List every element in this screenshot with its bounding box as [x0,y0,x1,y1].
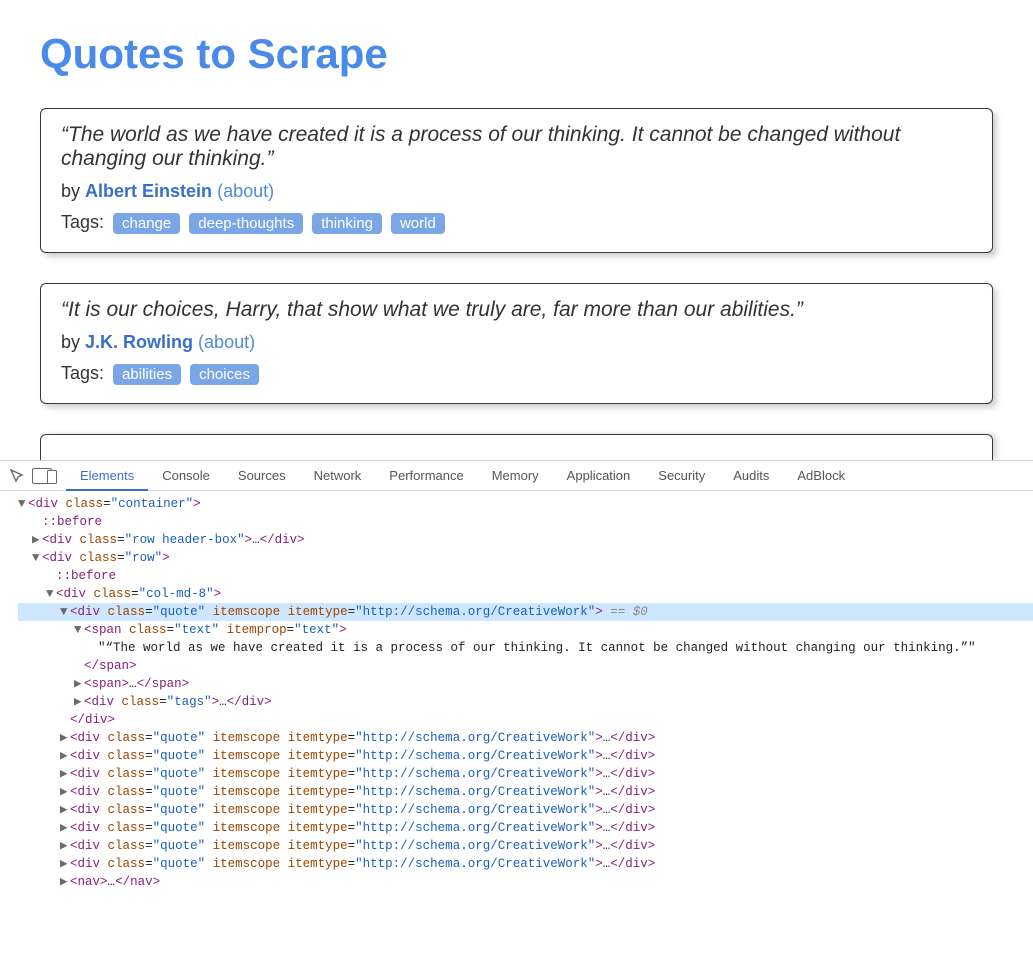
dom-tree-row[interactable]: "“The world as we have created it is a p… [18,639,1033,657]
dom-tree-row[interactable]: </div> [18,711,1033,729]
quote-byline: by Albert Einstein (about) [61,181,972,202]
tag-pill[interactable]: abilities [113,364,181,385]
quote-text: “The world as we have created it is a pr… [61,123,972,171]
tag-pill[interactable]: thinking [312,213,382,234]
devtools-tab-sources[interactable]: Sources [224,461,300,490]
dom-tree-row[interactable]: ▼<div class="container"> [18,495,1033,513]
quote-byline: by J.K. Rowling (about) [61,332,972,353]
device-toggle-icon[interactable] [32,468,52,484]
author-link[interactable]: J.K. Rowling [85,332,193,352]
about-link[interactable]: (about) [217,181,274,201]
dom-tree-row[interactable]: ::before [18,567,1033,585]
dom-tree-row[interactable]: ▼<div class="col-md-8"> [18,585,1033,603]
dom-tree-row[interactable]: ▶<div class="tags">…</div> [18,693,1033,711]
devtools-tab-application[interactable]: Application [553,461,645,490]
devtools-panel: Elements Console Sources Network Perform… [0,460,1033,901]
by-label: by [61,181,80,201]
dom-tree-row[interactable]: ▶<div class="row header-box">…</div> [18,531,1033,549]
tags-label: Tags: [61,212,104,232]
dom-tree-row[interactable]: ▶<div class="quote" itemscope itemtype="… [18,819,1033,837]
page-content: Quotes to Scrape “The world as we have c… [0,0,1033,460]
dom-tree-row[interactable]: ▼<span class="text" itemprop="text"> [18,621,1033,639]
tag-pill[interactable]: choices [190,364,259,385]
dom-tree-row[interactable]: ▶<div class="quote" itemscope itemtype="… [18,729,1033,747]
dom-tree-row[interactable]: ▼<div class="quote" itemscope itemtype="… [18,603,1033,621]
dom-tree-row[interactable]: ▶<div class="quote" itemscope itemtype="… [18,783,1033,801]
devtools-tabbar: Elements Console Sources Network Perform… [0,461,1033,491]
dom-tree-row[interactable]: ▶<div class="quote" itemscope itemtype="… [18,837,1033,855]
quote-box: “It is our choices, Harry, that show wha… [40,283,993,404]
dom-tree-row[interactable]: ▶<span>…</span> [18,675,1033,693]
tag-pill[interactable]: change [113,213,180,234]
dom-tree-row[interactable]: ::before [18,513,1033,531]
tag-pill[interactable]: world [391,213,445,234]
dom-tree-row[interactable]: ▶<div class="quote" itemscope itemtype="… [18,765,1033,783]
dom-tree-row[interactable]: </span> [18,657,1033,675]
devtools-tab-security[interactable]: Security [644,461,719,490]
quote-box: “The world as we have created it is a pr… [40,108,993,253]
tags-row: Tags: change deep-thoughts thinking worl… [61,212,972,234]
devtools-tab-elements[interactable]: Elements [66,462,148,491]
devtools-elements-tree[interactable]: ▼<div class="container">::before▶<div cl… [0,491,1033,901]
devtools-tab-console[interactable]: Console [148,461,224,490]
tags-row: Tags: abilities choices [61,363,972,385]
tags-label: Tags: [61,363,104,383]
quote-text: “It is our choices, Harry, that show wha… [61,298,972,322]
author-link[interactable]: Albert Einstein [85,181,212,201]
devtools-tab-network[interactable]: Network [300,461,376,490]
devtools-tab-memory[interactable]: Memory [478,461,553,490]
about-link[interactable]: (about) [198,332,255,352]
dom-tree-row[interactable]: ▼<div class="row"> [18,549,1033,567]
inspect-icon[interactable] [8,467,26,485]
dom-tree-row[interactable]: ▶<div class="quote" itemscope itemtype="… [18,801,1033,819]
dom-tree-row[interactable]: ▶<nav>…</nav> [18,873,1033,891]
quote-box-cutoff [40,434,993,460]
site-title[interactable]: Quotes to Scrape [40,30,993,78]
dom-tree-row[interactable]: ▶<div class="quote" itemscope itemtype="… [18,747,1033,765]
devtools-tab-performance[interactable]: Performance [375,461,477,490]
by-label: by [61,332,80,352]
tag-pill[interactable]: deep-thoughts [189,213,303,234]
devtools-tab-adblock[interactable]: AdBlock [783,461,859,490]
dom-tree-row[interactable]: ▶<div class="quote" itemscope itemtype="… [18,855,1033,873]
devtools-tab-audits[interactable]: Audits [719,461,783,490]
